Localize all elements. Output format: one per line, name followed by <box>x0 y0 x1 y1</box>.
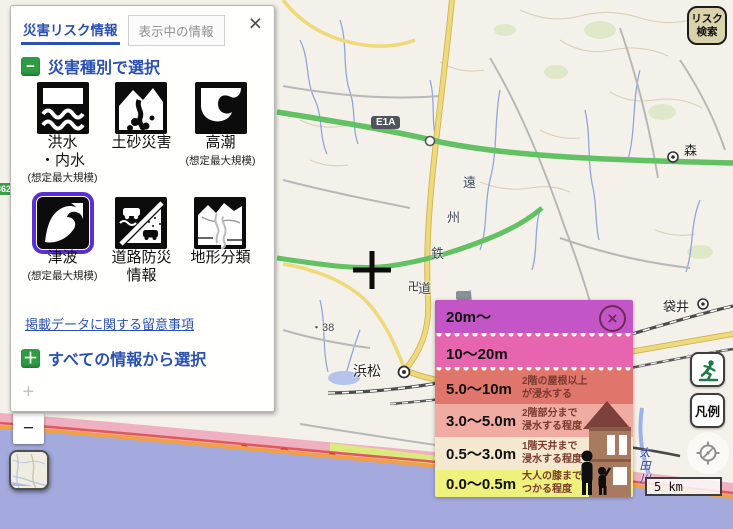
app-window: E1A 362 森 袋井 浜松 ・38 卍 遠 州 鉄 道 太田川 災害リスク情… <box>0 0 733 529</box>
legend-range: 3.0～5.0m <box>446 410 522 431</box>
landslide-icon <box>115 82 167 134</box>
legend-button[interactable]: 凡例 <box>690 393 725 428</box>
zoom-out-button[interactable]: − <box>13 413 44 444</box>
risk-search-button[interactable]: リスク 検索 <box>687 6 727 45</box>
rail-label-char: 鉄 <box>431 243 444 262</box>
hazard-label: 洪水 <box>47 134 77 152</box>
section-select-all: ＋ すべての情報から選択 <box>21 346 206 370</box>
scale-label: 5 km <box>654 480 683 494</box>
legend-range: 0.5～3.0m <box>446 443 522 464</box>
hazard-button-landslide[interactable]: 土砂災害 <box>111 82 171 185</box>
minimap-thumbnail <box>11 452 47 488</box>
legend-range: 0.0～0.5m <box>446 473 522 494</box>
tsunami-depth-legend: 20m～ 10～20m 5.0～10m 2階の屋根以上が浸水する 3.0～5.0… <box>435 300 633 497</box>
tab-displayed-info[interactable]: 表示中の情報 <box>128 15 225 46</box>
section-title: すべての情報から選択 <box>48 346 206 370</box>
legend-range: 10～20m <box>446 343 522 364</box>
hazard-button-flood[interactable]: 洪水 ・内水 (想定最大規模) <box>28 82 98 185</box>
hazard-grid: 洪水 ・内水 (想定最大規模) 土砂災害 <box>23 82 265 286</box>
risk-search-label: リスク <box>691 13 723 25</box>
tsunami-icon <box>37 197 89 249</box>
house-depth-illustration <box>575 393 633 497</box>
hazard-label: 情報 <box>126 267 156 285</box>
rail-label-char: 遠 <box>463 172 476 191</box>
rail-label-char: 州 <box>447 207 460 226</box>
legend-range: 5.0～10m <box>446 378 522 399</box>
expand-plus-icon[interactable]: ＋ <box>21 349 40 368</box>
route-badge-e1a: E1A <box>371 116 400 129</box>
panel-close-icon[interactable]: × <box>249 12 262 35</box>
storm-surge-icon <box>195 82 247 134</box>
current-location-button[interactable] <box>687 432 729 474</box>
hazard-label: 高潮 <box>205 134 235 152</box>
compass-target-icon <box>695 440 721 466</box>
flood-icon <box>37 82 89 134</box>
running-person-icon <box>696 358 720 382</box>
panel-tabs: 災害リスク情報 表示中の情報 <box>21 15 225 46</box>
hazard-label: 道路防災 <box>111 249 171 267</box>
legend-close-icon[interactable]: × <box>599 305 626 332</box>
elevation-point-label: ・38 <box>311 319 334 335</box>
town-label-fukuroi: 袋井 <box>663 296 689 315</box>
data-notice-link[interactable]: 掲載データに関する留意事項 <box>25 314 194 333</box>
legend-desc: 1階天井まで浸水する程度 <box>522 441 582 466</box>
tab-disaster-risk-info[interactable]: 災害リスク情報 <box>21 15 120 45</box>
collapse-minus-icon[interactable]: − <box>21 57 40 76</box>
road-disaster-icon <box>115 197 167 249</box>
risk-search-label: 検索 <box>697 26 718 38</box>
legend-range: 20m～ <box>446 306 522 327</box>
hazard-button-terrain[interactable]: 地形分類 <box>190 197 250 285</box>
town-label-hamamatsu: 浜松 <box>353 361 381 381</box>
section-title: 災害種別で選択 <box>48 54 160 78</box>
hazard-label: ・内水 <box>40 152 85 170</box>
zoom-in-button[interactable]: + <box>13 377 44 408</box>
town-label-mori: 森 <box>684 140 697 159</box>
rail-label-char: 道 <box>418 278 431 297</box>
terrain-icon <box>194 197 246 249</box>
section-select-by-type: − 災害種別で選択 <box>21 54 160 78</box>
hazard-label: 津波 <box>47 249 77 267</box>
hazard-label: 土砂災害 <box>111 134 171 152</box>
hazard-sublabel: (想定最大規模) <box>28 170 98 185</box>
hazard-button-storm-surge[interactable]: 高潮 (想定最大規模) <box>186 82 256 185</box>
legend-desc: 2階部分まで浸水する程度 <box>522 408 582 433</box>
minimap-button[interactable] <box>9 450 49 490</box>
map-scale-bar: 5 km <box>645 477 722 496</box>
evacuation-site-button[interactable] <box>690 352 725 387</box>
legend-row: 10～20m <box>435 339 633 367</box>
hazard-button-tsunami[interactable]: 津波 (想定最大規模) <box>28 197 98 285</box>
hazard-sublabel: (想定最大規模) <box>28 268 98 283</box>
hazard-sublabel: (想定最大規模) <box>186 153 256 168</box>
legend-desc: 大人の膝までつかる程度 <box>522 471 582 496</box>
hazard-label: 地形分類 <box>190 249 250 267</box>
map-building <box>456 291 471 300</box>
hazard-button-road-disaster[interactable]: 道路防災 情報 <box>111 197 171 285</box>
disaster-info-panel: 災害リスク情報 表示中の情報 × − 災害種別で選択 洪水 ・内水 (想定最大規… <box>10 5 275 412</box>
